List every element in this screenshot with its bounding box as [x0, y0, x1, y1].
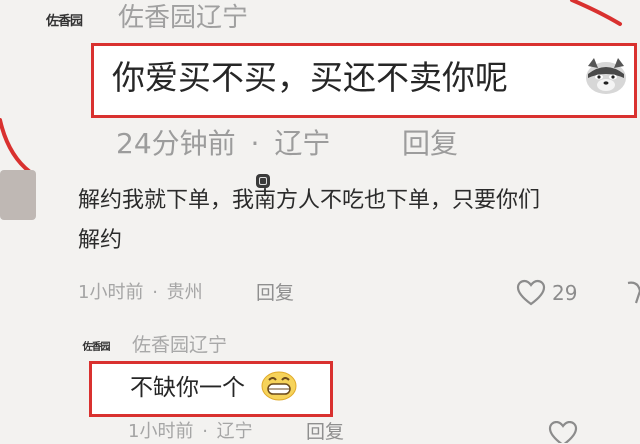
reply-button[interactable]: 回复 — [256, 281, 294, 305]
comment-location: 辽宁 — [216, 421, 253, 442]
meta-separator: · — [250, 127, 260, 160]
reply-button[interactable]: 回复 — [306, 420, 344, 444]
like-count: 29 — [552, 281, 578, 305]
meta-separator: · — [152, 282, 158, 303]
comment-text: 不缺你一个 — [130, 375, 245, 401]
comment-username[interactable]: 佐香园辽宁 — [118, 2, 248, 34]
comment-text: 你爱买不买，买还不卖你呢 — [112, 58, 508, 97]
comment-time: 1小时前 — [128, 421, 194, 442]
comment-location: 辽宁 — [274, 127, 331, 160]
comment-meta: 24分钟前 · 辽宁 — [116, 126, 330, 162]
husky-dog-emoji-icon — [586, 58, 626, 94]
comment-line: 解约我就下单，我南方人不吃也下单，只要你们 — [78, 188, 541, 213]
comment-location: 贵州 — [166, 282, 203, 303]
comment-time: 1小时前 — [78, 282, 144, 303]
comment-time: 24分钟前 — [116, 127, 236, 160]
comment-line: 解约 — [78, 228, 123, 253]
comment-meta: 1小时前 · 辽宁 — [128, 420, 253, 444]
comment-username[interactable]: 佐香园辽宁 — [132, 333, 227, 357]
heart-icon[interactable] — [516, 279, 546, 307]
avatar[interactable] — [0, 170, 36, 220]
avatar-logo-text: 佐香园 — [45, 13, 83, 29]
reply-button[interactable]: 回复 — [402, 126, 458, 162]
heart-icon[interactable] — [548, 421, 578, 443]
grinning-face-emoji-icon — [261, 371, 297, 401]
comment-text: 解约我就下单，我南方人不吃也下单，只要你们 解约 — [78, 186, 540, 256]
avatar-logo-text: 佐香园 — [82, 341, 111, 353]
dislike-icon[interactable] — [624, 279, 640, 307]
avatar[interactable]: 佐香园 — [38, 4, 90, 34]
meta-separator: · — [202, 421, 208, 442]
avatar[interactable]: 佐香园 — [76, 334, 116, 356]
comment-meta: 1小时前 · 贵州 — [78, 281, 203, 305]
